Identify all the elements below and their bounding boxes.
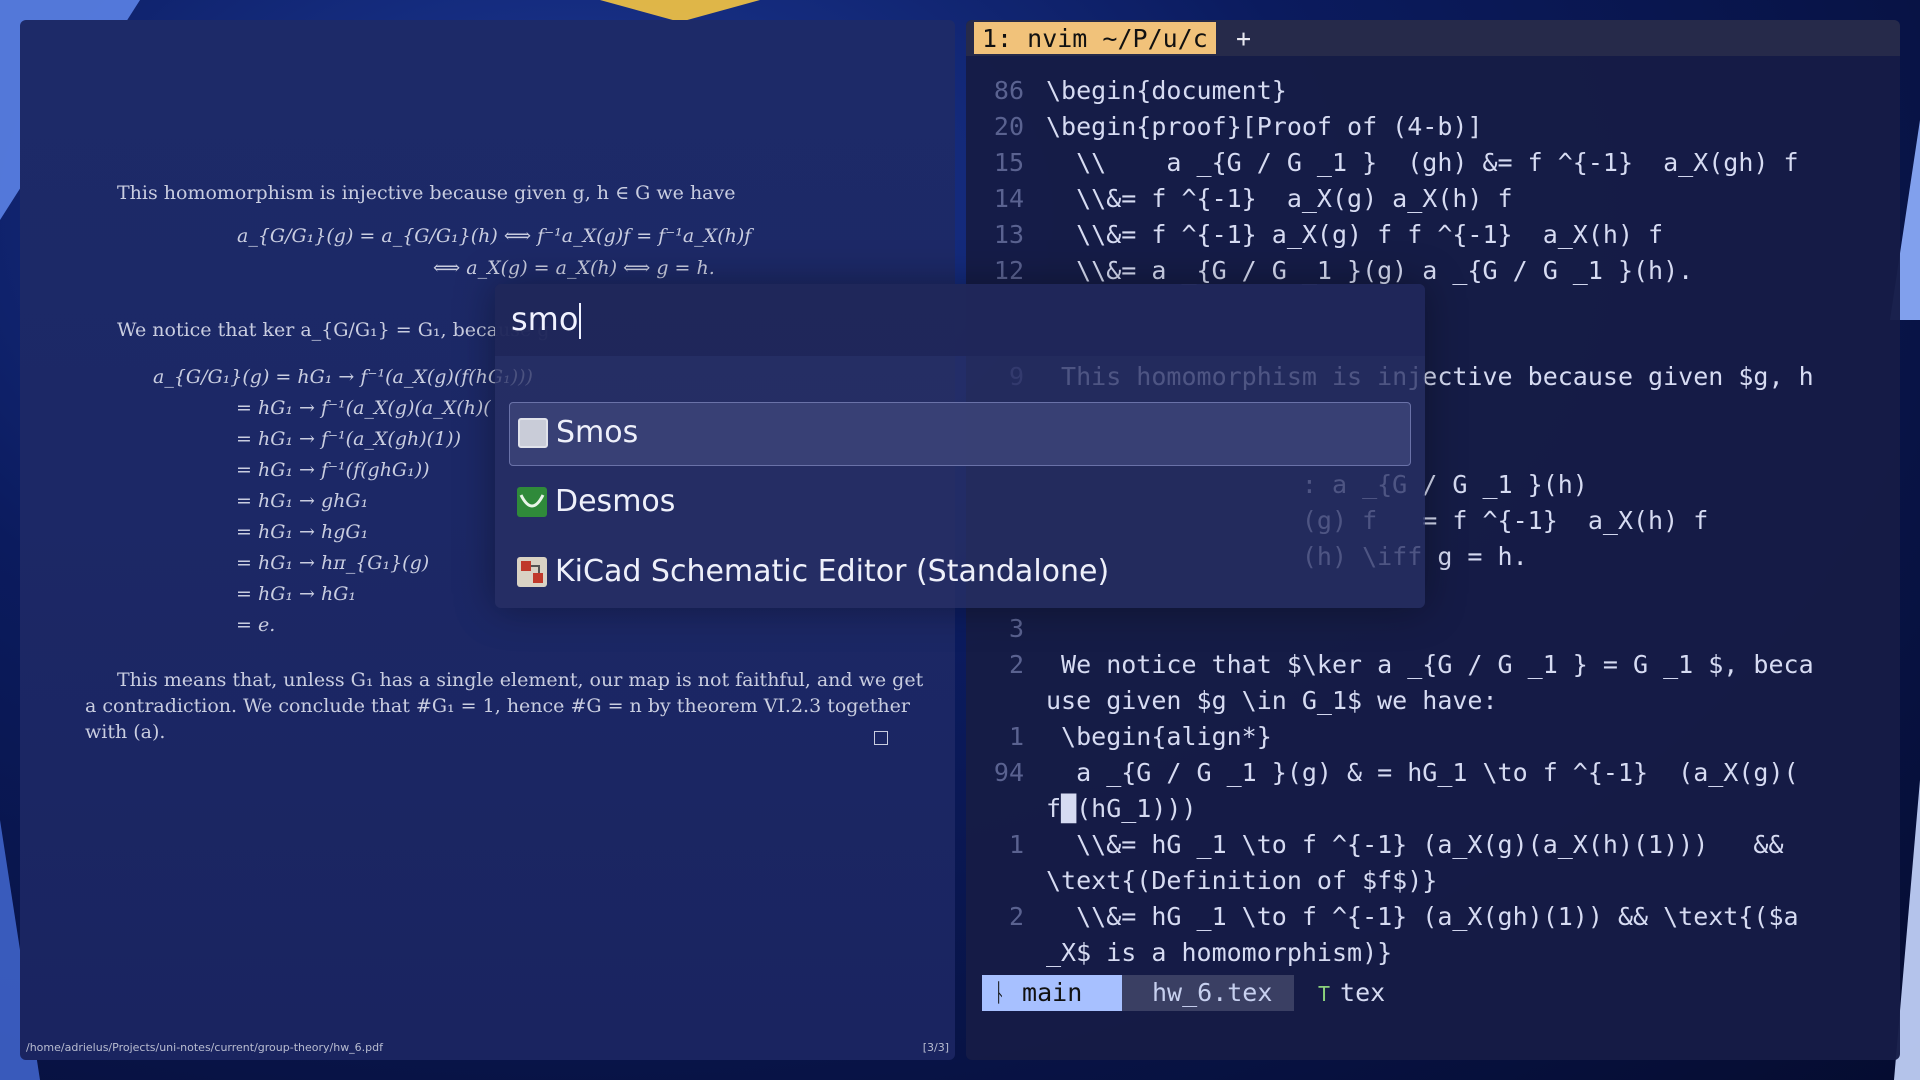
editor-line[interactable]: 3 xyxy=(966,614,1900,650)
pdf-paragraph-1: This homomorphism is injective because g… xyxy=(117,182,736,204)
editor-line[interactable]: 2 \\&= hG _1 \to f ^{-1} (a_X(gh)(1)) &&… xyxy=(966,902,1900,938)
launcher-query-text: smo xyxy=(511,300,579,338)
smos-icon xyxy=(518,418,548,448)
editor-line[interactable]: 13 \\&= f ^{-1} a_X(g) f f ^{-1} a_X(h) … xyxy=(966,220,1900,256)
line-code: \text{(Definition of $f$)} xyxy=(1046,866,1438,895)
line-number: 14 xyxy=(993,184,1024,213)
pdf-file-path: /home/adrielus/Projects/uni-notes/curren… xyxy=(26,1041,384,1054)
pdf-paragraph-3: This means that, unless G₁ has a single … xyxy=(117,669,924,691)
pdf-equation-line-2: ⟺ a_X(g) = a_X(h) ⟺ g = h. xyxy=(433,257,715,279)
editor-line[interactable]: 2 We notice that $\ker a _{G / G _1 } = … xyxy=(966,650,1900,686)
editor-line[interactable]: 20 \begin{proof}[Proof of (4-b)] xyxy=(966,112,1900,148)
line-number: 1 xyxy=(1008,830,1024,859)
editor-line[interactable]: 14 \\&= f ^{-1} a_X(g) a_X(h) f xyxy=(966,184,1900,220)
tex-filetype-icon: T xyxy=(1318,982,1331,1006)
line-code: _X$ is a homomorphism)} xyxy=(1046,938,1393,967)
new-tab-button[interactable]: + xyxy=(1236,22,1251,56)
launcher-result-kicad[interactable]: KiCad Schematic Editor (Standalone) xyxy=(509,542,1411,604)
pdf-align-line: = hG₁ → hgG₁ xyxy=(236,521,369,543)
statusline-filetype-label: tex xyxy=(1340,978,1386,1007)
line-code: \\&= f ^{-1} a_X(g) a_X(h) f xyxy=(1046,184,1513,213)
git-branch-indicator: ᚿ main xyxy=(982,975,1130,1011)
pdf-equation-line-1: a_{G/G₁}(g) = a_{G/G₁}(h) ⟺ f⁻¹a_X(g)f =… xyxy=(237,225,752,247)
line-number: 86 xyxy=(993,76,1024,105)
editor-line[interactable]: 1 \begin{align*} xyxy=(966,722,1900,758)
line-code: \begin{proof}[Proof of (4-b)] xyxy=(1046,112,1483,141)
line-code: \\&= hG _1 \to f ^{-1} (a_X(g)(a_X(h)(1)… xyxy=(1046,830,1784,859)
line-number: 12 xyxy=(993,256,1024,285)
editor-line[interactable]: 1 \\&= hG _1 \to f ^{-1} (a_X(g)(a_X(h)(… xyxy=(966,830,1900,866)
text-caret xyxy=(579,303,582,339)
statusline-filename: hw_6.tex xyxy=(1122,975,1294,1011)
launcher-result-smos[interactable]: Smos xyxy=(509,402,1411,466)
editor-line[interactable]: f█(hG_1))) xyxy=(966,794,1900,830)
pdf-align-line: = hG₁ → f⁻¹(f(ghG₁)) xyxy=(236,459,430,481)
line-number: 15 xyxy=(993,148,1024,177)
editor-line[interactable]: \text{(Definition of $f$)} xyxy=(966,866,1900,902)
launcher-result-label: Smos xyxy=(556,415,639,450)
pdf-align-line: = hG₁ → f⁻¹(a_X(gh)(1)) xyxy=(236,428,461,450)
pdf-paragraph-3-line-2: a contradiction. We conclude that #G₁ = … xyxy=(85,695,910,717)
pdf-paragraph-2: We notice that ker a_{G/G₁} = G₁, becaus… xyxy=(117,319,550,341)
pdf-align-line: = hG₁ → hG₁ xyxy=(236,583,357,605)
line-number: 13 xyxy=(993,220,1024,249)
qed-square-icon xyxy=(874,731,888,745)
editor-line[interactable]: _X$ is a homomorphism)} xyxy=(966,938,1900,974)
line-code: \\ a _{G / G _1 } (gh) &= f ^{-1} a_X(gh… xyxy=(1046,148,1799,177)
line-code: \begin{align*} xyxy=(1046,722,1272,751)
pdf-align-line: = hG₁ → ghG₁ xyxy=(236,490,369,512)
app-launcher[interactable]: smo Smos Desmos KiCad Schematic Editor (… xyxy=(495,284,1425,608)
line-code: We notice that $\ker a _{G / G _1 } = G … xyxy=(1046,650,1814,679)
line-number: 2 xyxy=(1008,902,1024,931)
launcher-result-label: KiCad Schematic Editor (Standalone) xyxy=(555,554,1110,589)
launcher-search-box[interactable]: smo xyxy=(495,284,1425,356)
kicad-icon xyxy=(517,557,547,587)
line-number: 20 xyxy=(993,112,1024,141)
line-number: 3 xyxy=(1008,614,1024,643)
nvim-statusline: ᚿ main hw_6.tex Ttex xyxy=(982,975,1884,1011)
pdf-page-indicator: [3/3] xyxy=(922,1041,949,1054)
pdf-paragraph-3-line-3: with (a). xyxy=(85,721,166,743)
terminal-tabbar: 1: nvim ~/P/u/c + xyxy=(966,20,1900,56)
line-code: \begin{document} xyxy=(1046,76,1287,105)
line-code: a _{G / G _1 }(g) & = hG_1 \to f ^{-1} (… xyxy=(1046,758,1799,787)
wallpaper-shard xyxy=(600,0,760,22)
launcher-result-label: Desmos xyxy=(555,484,676,519)
editor-line[interactable]: 94 a _{G / G _1 }(g) & = hG_1 \to f ^{-1… xyxy=(966,758,1900,794)
editor-line[interactable]: 86 \begin{document} xyxy=(966,76,1900,112)
line-number: 2 xyxy=(1008,650,1024,679)
line-code: \\&= hG _1 \to f ^{-1} (a_X(gh)(1)) && \… xyxy=(1046,902,1799,931)
editor-line[interactable]: use given $g \in G_1$ we have: xyxy=(966,686,1900,722)
line-code: f█(hG_1))) xyxy=(1046,794,1197,823)
launcher-search-input[interactable]: smo xyxy=(511,300,582,339)
line-code: \\&= a _{G / G _1 }(g) a _{G / G _1 }(h)… xyxy=(1046,256,1694,285)
launcher-result-desmos[interactable]: Desmos xyxy=(509,472,1411,534)
pdf-align-line: a_{G/G₁}(g) = hG₁ → f⁻¹(a_X(g)(f(hG₁))) xyxy=(153,366,533,388)
line-number: 1 xyxy=(1008,722,1024,751)
line-number: 94 xyxy=(993,758,1024,787)
pdf-align-line: = hG₁ → hπ_{G₁}(g) xyxy=(236,552,430,574)
line-code: use given $g \in G_1$ we have: xyxy=(1046,686,1498,715)
statusline-filetype: Ttex xyxy=(1318,975,1385,1012)
editor-line[interactable]: 15 \\ a _{G / G _1 } (gh) &= f ^{-1} a_X… xyxy=(966,148,1900,184)
desmos-icon xyxy=(517,487,547,517)
terminal-tab-active[interactable]: 1: nvim ~/P/u/c xyxy=(974,22,1216,54)
pdf-align-line: = e. xyxy=(236,614,276,636)
line-code: \\&= f ^{-1} a_X(g) f f ^{-1} a_X(h) f xyxy=(1046,220,1664,249)
pdf-align-line: = hG₁ → f⁻¹(a_X(g)(a_X(h)( xyxy=(236,397,491,419)
